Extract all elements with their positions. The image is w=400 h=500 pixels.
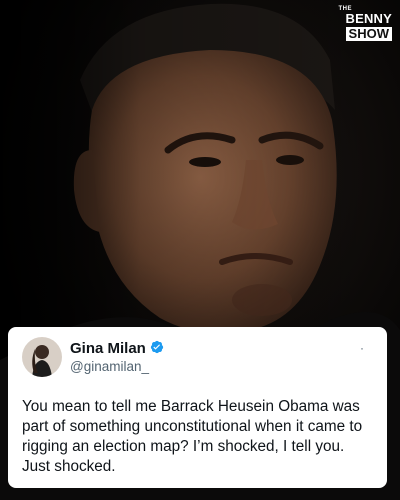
brand-logo: THE BENNY SHOW: [330, 6, 392, 46]
tweet-card: Gina Milan @ginamilan_ · You mean to tel…: [8, 327, 387, 488]
brand-logo-line2: SHOW: [345, 27, 392, 41]
display-name[interactable]: Gina Milan: [70, 340, 146, 357]
tweet-text: You mean to tell me Barrack Heusein Obam…: [22, 398, 363, 475]
avatar[interactable]: [22, 337, 62, 377]
brand-logo-line1: BENNY: [345, 11, 392, 26]
handle[interactable]: @ginamilan_: [70, 359, 149, 374]
avatar-image: [22, 337, 62, 377]
verified-badge-icon: [150, 340, 164, 354]
more-icon[interactable]: ·: [355, 341, 369, 355]
